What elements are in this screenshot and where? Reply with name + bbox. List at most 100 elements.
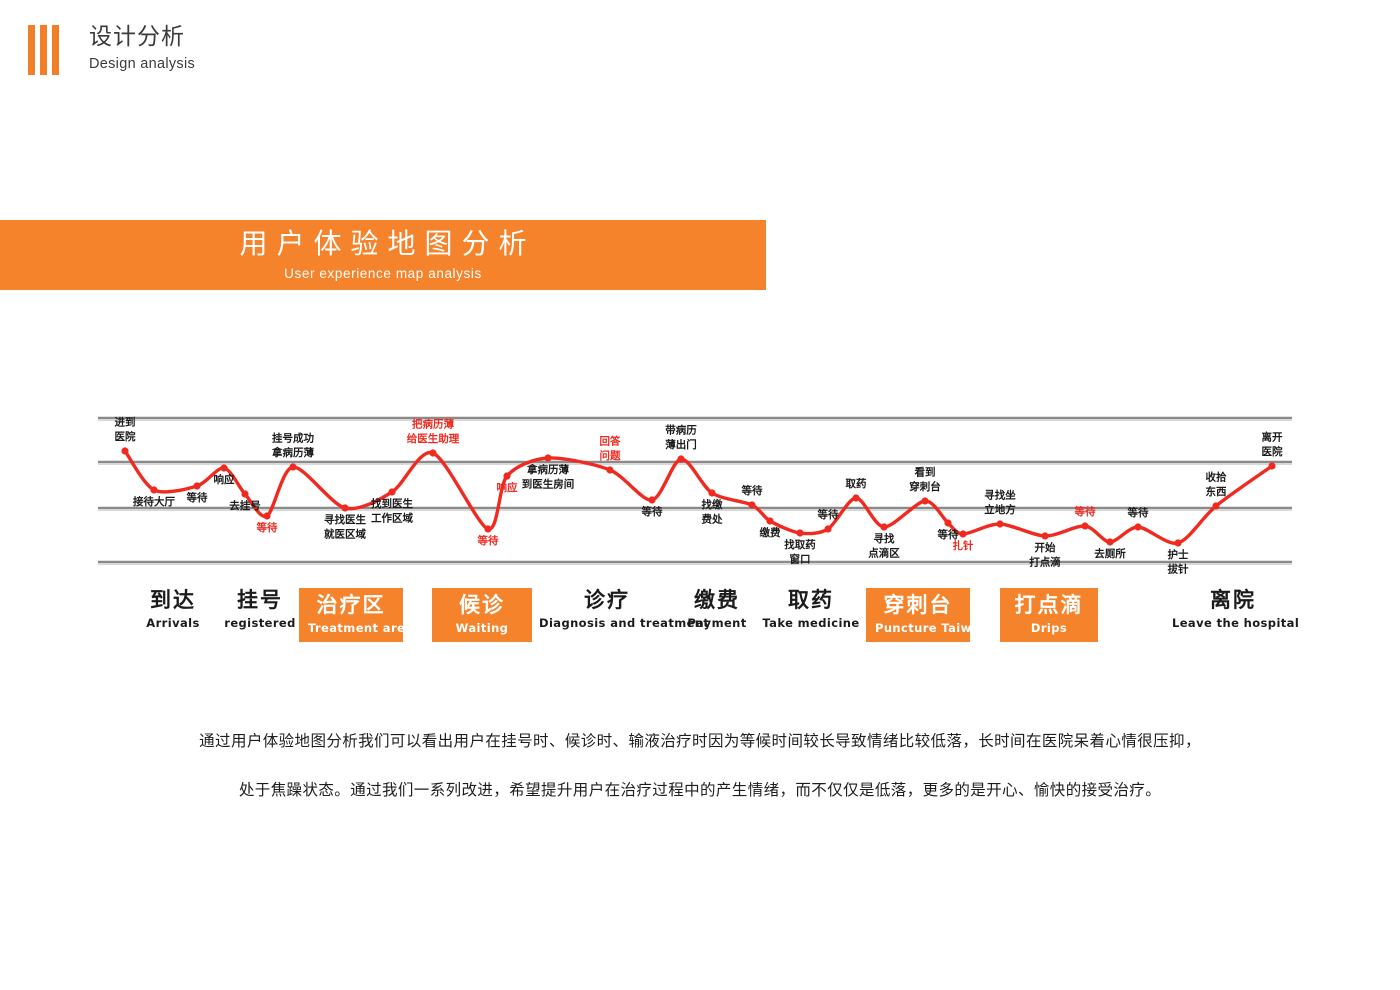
stage-diagnosis-and-treatment[interactable]: 诊疗 Diagnosis and treatment — [539, 588, 709, 630]
journey-point-label: 就医区域 — [324, 528, 366, 541]
journey-point-label: 等待 — [817, 508, 839, 521]
journey-point[interactable] — [1174, 539, 1182, 547]
journey-point[interactable] — [606, 466, 614, 474]
journey-point[interactable] — [544, 454, 552, 462]
journey-point[interactable] — [1081, 522, 1089, 530]
journey-point[interactable] — [677, 455, 685, 463]
journey-point-label: 开始 — [1035, 541, 1057, 554]
stage-registered[interactable]: 挂号 registered — [212, 588, 308, 630]
journey-point[interactable] — [766, 517, 774, 525]
stage-label-cn: 诊疗 — [584, 588, 630, 612]
journey-point-label: 到医生房间 — [522, 478, 575, 491]
journey-point[interactable] — [429, 449, 437, 457]
journey-point-label: 看到 — [915, 466, 936, 479]
journey-point-label: 等待 — [1074, 505, 1097, 518]
stage-puncture-taiwan[interactable]: 穿刺台 Puncture Taiwan — [866, 588, 988, 643]
header-text: 设计分析 Design analysis — [89, 22, 195, 72]
journey-point-label: 点滴区 — [868, 547, 900, 560]
journey-point-label: 穿刺台 — [909, 480, 941, 493]
journey-point-label: 医院 — [1262, 445, 1284, 458]
journey-point[interactable] — [193, 482, 201, 490]
journey-point-label: 挂号成功 — [272, 432, 314, 445]
stage-row: 到达 Arrivals 挂号 registered 治疗区 Treatment area 候… — [0, 588, 1400, 660]
journey-point[interactable] — [796, 529, 804, 537]
journey-point[interactable] — [944, 519, 952, 527]
journey-point-label: 费处 — [702, 513, 723, 526]
journey-point[interactable] — [852, 494, 860, 502]
journey-point-label: 等待 — [256, 521, 278, 534]
journey-point[interactable] — [1106, 538, 1114, 546]
stage-label-en: Payment — [687, 616, 747, 631]
journey-svg: 进到医院接待大厅 等待响应去挂号等待挂号成功拿病历薄寻找医生就医区域找到医生工作区… — [98, 416, 1292, 576]
stage-leave-the-hospital[interactable]: 离院 Leave the hospital — [1172, 588, 1300, 631]
journey-point[interactable] — [748, 501, 756, 509]
stage-label-en: Leave the hospital — [1172, 616, 1300, 631]
journey-point-label: 回答 — [600, 435, 621, 448]
stage-treatment-area[interactable]: 治疗区 Treatment area — [299, 588, 414, 643]
journey-point[interactable] — [503, 472, 511, 480]
journey-point-label: 收拾 — [1206, 471, 1228, 484]
journey-point-label: 问题 — [600, 449, 621, 462]
journey-point[interactable] — [484, 525, 492, 533]
journey-point[interactable] — [959, 530, 967, 538]
journey-point-label: 护士 — [1168, 548, 1190, 561]
journey-point[interactable] — [824, 525, 832, 533]
stage-waiting[interactable]: 候诊 Waiting — [432, 588, 532, 643]
section-banner: 用户体验地图分析 User experience map analysis — [0, 220, 766, 290]
journey-point[interactable] — [220, 464, 228, 472]
journey-point[interactable] — [241, 490, 249, 498]
stage-label-cn: 取药 — [788, 588, 834, 612]
header-bars-icon — [28, 25, 59, 75]
gridline-1 — [98, 460, 1292, 466]
journey-point[interactable] — [996, 520, 1004, 528]
journey-point-label: 接待大厅 — [133, 495, 175, 508]
journey-point-label: 寻找 — [874, 532, 895, 545]
journey-point[interactable] — [1134, 523, 1142, 531]
journey-point[interactable] — [150, 486, 158, 494]
journey-point[interactable] — [341, 504, 349, 512]
stage-arrivals[interactable]: 到达 Arrivals — [128, 588, 218, 630]
journey-point-label: 给医生助理 — [407, 432, 460, 445]
stage-payment[interactable]: 缴费 Payment — [681, 588, 753, 630]
stage-label-en: Drips — [1030, 621, 1068, 636]
journey-point-label: 窗口 — [790, 553, 811, 566]
journey-point-label: 立地方 — [984, 503, 1016, 516]
journey-point-label: 医院 — [115, 430, 136, 443]
journey-point[interactable] — [1268, 462, 1276, 470]
stage-label-cn: 缴费 — [694, 588, 740, 612]
stage-label-en: Treatment area — [308, 621, 414, 636]
journey-point-label: 响应 — [497, 481, 518, 494]
journey-point-label: 带病历 — [665, 424, 697, 437]
journey-point[interactable] — [648, 496, 656, 504]
journey-point-label: 拿病历薄 — [271, 446, 314, 459]
stage-label-cn: 穿刺台 — [883, 593, 953, 617]
stage-label-en: Take medicine — [762, 616, 860, 631]
journey-point-label: 取药 — [846, 477, 867, 490]
journey-point-label: 响应 — [214, 473, 235, 486]
journey-point-label: 离开 — [1262, 431, 1284, 444]
gridline-2 — [98, 506, 1292, 512]
journey-point-label: 等待 — [1127, 506, 1150, 519]
stage-label-en: Arrivals — [146, 616, 200, 631]
stage-take-medicine[interactable]: 取药 Take medicine — [762, 588, 860, 630]
stage-drips[interactable]: 打点滴 Drips — [1000, 588, 1098, 643]
journey-point-label: 拔针 — [1168, 563, 1190, 576]
user-journey-chart: 进到 医院 接待大厅 等待 响应 去挂号 等待 挂号成功 拿病历薄 寻找医生 就医区域 找到医生 工作区… — [0, 400, 1400, 590]
journey-point[interactable] — [880, 523, 888, 531]
journey-point[interactable] — [921, 497, 929, 505]
journey-point[interactable] — [708, 489, 716, 497]
stage-label-cn: 挂号 — [237, 588, 283, 612]
journey-point-label: 等待 — [477, 534, 499, 547]
journey-point[interactable] — [289, 463, 297, 471]
gridline-0 — [98, 416, 1292, 421]
page-title-cn: 设计分析 — [89, 23, 185, 49]
journey-point-label: 打点滴 — [1029, 556, 1061, 569]
journey-point[interactable] — [388, 488, 396, 496]
journey-point[interactable] — [1041, 532, 1049, 540]
journey-point-label: 去挂号 — [229, 499, 261, 512]
gridline-3 — [98, 560, 1292, 565]
journey-point[interactable] — [1212, 502, 1220, 510]
journey-point[interactable] — [263, 512, 271, 520]
stage-label-cn: 打点滴 — [1014, 593, 1084, 617]
journey-point[interactable] — [121, 447, 129, 455]
